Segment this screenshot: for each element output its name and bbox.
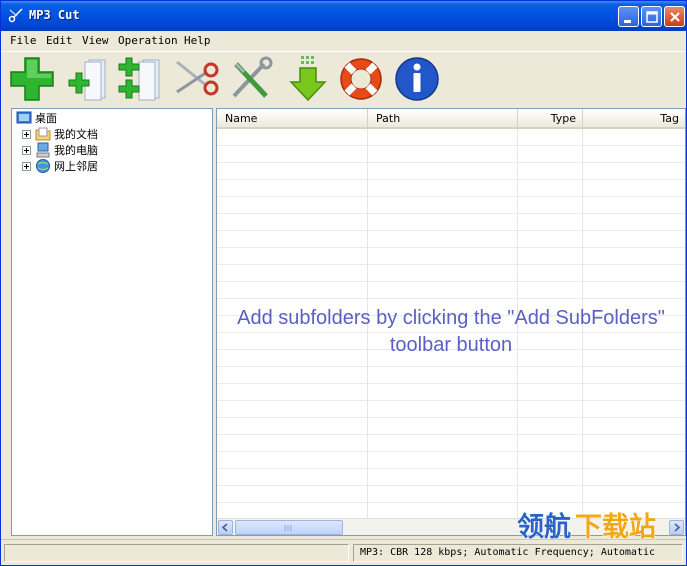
svg-text:领航: 领航 — [517, 511, 571, 543]
download-icon[interactable] — [285, 54, 335, 104]
cut-icon[interactable] — [171, 54, 221, 104]
window-title: MP3 Cut — [29, 8, 80, 22]
menu-bar: File Edit View Operation Help — [1, 31, 686, 51]
svg-text:下载站: 下载站 — [575, 512, 656, 543]
menu-view[interactable]: View — [82, 34, 109, 47]
minimize-button[interactable] — [618, 6, 639, 27]
tree-item-my-documents[interactable]: 我的文档 — [22, 126, 98, 142]
watermark-logo: 领航 下载站 — [516, 510, 656, 543]
expand-icon[interactable] — [22, 129, 31, 139]
toolbar — [1, 51, 686, 106]
help-lifebuoy-icon[interactable] — [336, 54, 386, 104]
menu-edit[interactable]: Edit — [46, 34, 73, 47]
title-bar[interactable]: MP3 Cut — [1, 1, 686, 31]
column-header-tag[interactable]: Tag — [583, 109, 685, 128]
expand-icon[interactable] — [22, 145, 31, 155]
computer-icon — [36, 142, 50, 158]
tree-item-label: 桌面 — [35, 112, 57, 125]
tree-item-my-computer[interactable]: 我的电脑 — [22, 142, 98, 158]
file-list[interactable]: Name Path Type Tag Add subfolders by cli… — [216, 108, 686, 536]
tree-item-desktop[interactable]: 桌面 — [16, 110, 57, 126]
tree-item-label: 我的电脑 — [54, 144, 98, 157]
column-header-name[interactable]: Name — [217, 109, 368, 128]
scroll-left-button[interactable] — [218, 520, 233, 535]
menu-file[interactable]: File — [10, 34, 37, 47]
hint-line-2: toolbar button — [389, 334, 513, 356]
network-icon — [36, 159, 50, 173]
minimize-icon — [624, 20, 631, 23]
empty-list-hint: Add subfolders by clicking the "Add SubF… — [217, 305, 685, 359]
expand-icon[interactable] — [22, 161, 31, 171]
add-files-icon[interactable] — [61, 54, 111, 104]
tree-item-label: 我的文档 — [54, 128, 98, 141]
tree-item-network[interactable]: 网上邻居 — [22, 158, 98, 174]
add-icon[interactable] — [7, 54, 57, 104]
desktop-icon — [16, 111, 32, 124]
close-icon — [670, 12, 680, 22]
maximize-icon — [646, 11, 658, 23]
column-header-type[interactable]: Type — [518, 109, 583, 128]
grip-icon — [284, 525, 292, 531]
status-cell-main — [4, 544, 349, 562]
maximize-button[interactable] — [641, 6, 662, 27]
app-window: MP3 Cut File Edit View Operation Help 桌面… — [0, 0, 687, 566]
status-encoding-info: MP3: CBR 128 kbps; Automatic Frequency; … — [353, 544, 683, 562]
menu-operation[interactable]: Operation — [118, 34, 178, 47]
info-icon[interactable] — [392, 54, 442, 104]
column-header-path[interactable]: Path — [368, 109, 518, 128]
tools-icon[interactable] — [226, 54, 276, 104]
arrow-left-icon — [221, 523, 228, 532]
menu-help[interactable]: Help — [184, 34, 211, 47]
tree-item-label: 网上邻居 — [54, 160, 98, 173]
add-subfolders-icon[interactable] — [113, 54, 163, 104]
folder-documents-icon — [35, 127, 51, 141]
scroll-thumb[interactable] — [235, 520, 343, 535]
hint-line-1: Add subfolders by clicking the "Add SubF… — [237, 307, 665, 329]
folder-tree: 桌面 我的文档 我的电脑 网上邻居 — [11, 108, 213, 536]
column-header-row: Name Path Type Tag — [217, 109, 685, 129]
close-button[interactable] — [664, 6, 685, 27]
scissors-app-icon — [8, 8, 23, 23]
